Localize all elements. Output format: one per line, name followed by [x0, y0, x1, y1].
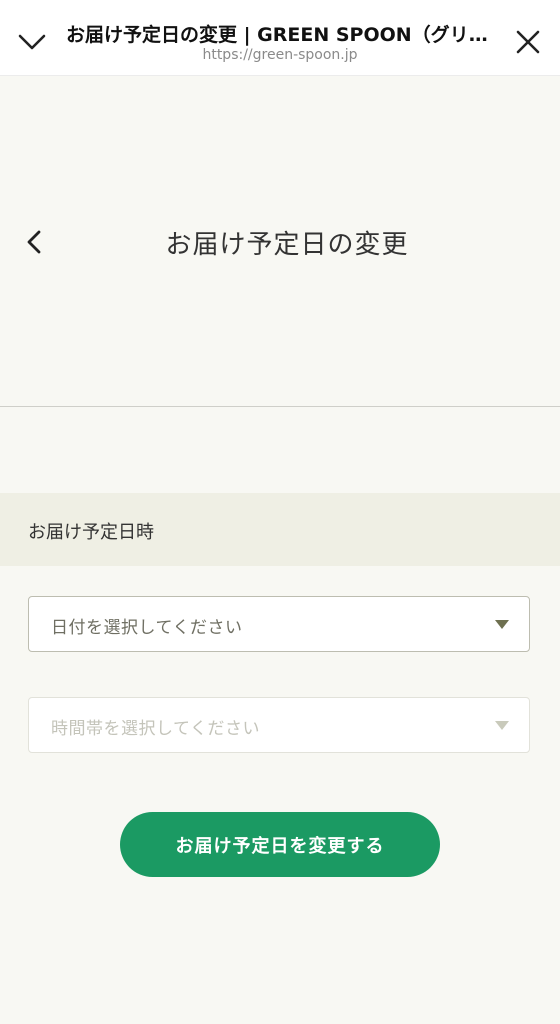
delivery-date-placeholder: 日付を選択してください: [51, 618, 243, 638]
delivery-time-select: 時間帯を選択してください: [28, 697, 530, 753]
close-button[interactable]: [508, 22, 548, 62]
delivery-date-select[interactable]: 日付を選択してください: [28, 596, 530, 652]
change-delivery-date-button[interactable]: お届け予定日を変更する: [120, 812, 440, 877]
browser-url: https://green-spoon.jp: [202, 47, 358, 63]
close-icon: [516, 30, 540, 54]
caret-down-icon: [495, 721, 509, 730]
browser-toolbar: お届け予定日の変更 | GREEN SPOON（グリーンスプーン） https:…: [0, 0, 560, 76]
delivery-section-label: お届け予定日時: [28, 522, 154, 543]
delivery-time-placeholder: 時間帯を選択してください: [51, 719, 260, 739]
browser-page-title: お届け予定日の変更 | GREEN SPOON（グリーンスプーン）: [66, 24, 496, 46]
delivery-section-header: お届け予定日時: [0, 493, 560, 566]
caret-down-icon: [495, 620, 509, 629]
page-title: お届け予定日の変更: [165, 230, 409, 260]
